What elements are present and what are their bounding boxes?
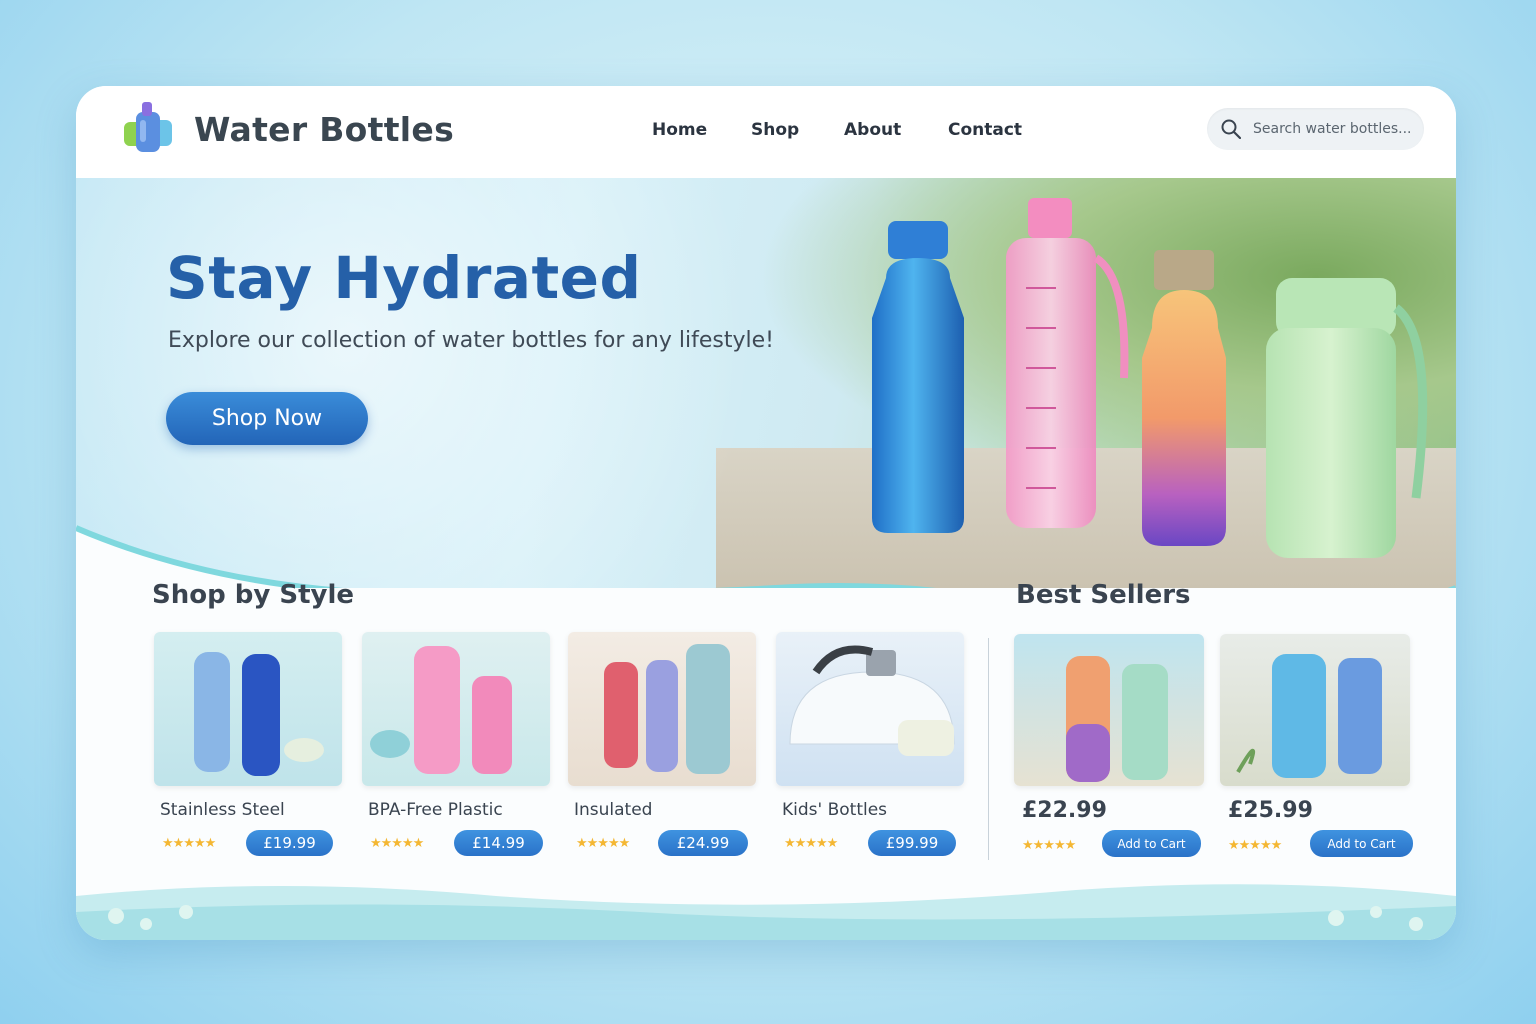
section-divider bbox=[988, 638, 989, 860]
product-name[interactable]: Insulated bbox=[574, 800, 652, 820]
rating-stars: ★★★★★ bbox=[576, 836, 630, 851]
rating-stars: ★★★★★ bbox=[1228, 838, 1282, 853]
product-image-bestseller-1[interactable] bbox=[1014, 634, 1204, 786]
product-name[interactable]: Stainless Steel bbox=[160, 800, 285, 820]
product-name[interactable]: BPA-Free Plastic bbox=[368, 800, 503, 820]
rating-stars: ★★★★★ bbox=[784, 836, 838, 851]
hero-wave bbox=[76, 525, 1456, 588]
product-image-kids-bottles[interactable] bbox=[776, 632, 964, 786]
product-price: £25.99 bbox=[1228, 798, 1313, 823]
hero-title: Stay Hydrated bbox=[166, 244, 642, 312]
search-input[interactable] bbox=[1253, 108, 1418, 150]
hero-subtitle: Explore our collection of water bottles … bbox=[168, 328, 774, 353]
product-card[interactable]: BPA-Free Plastic ★★★★★ £14.99 bbox=[362, 632, 550, 856]
product-image-bpa-free-plastic[interactable] bbox=[362, 632, 550, 786]
product-image-bestseller-2[interactable] bbox=[1220, 634, 1410, 786]
rating-stars: ★★★★★ bbox=[162, 836, 216, 851]
product-image-stainless-steel[interactable] bbox=[154, 632, 342, 786]
price-badge[interactable]: £99.99 bbox=[868, 830, 956, 856]
search-icon bbox=[1221, 119, 1241, 139]
product-image-insulated[interactable] bbox=[568, 632, 756, 786]
site-header: Water Bottles Home Shop About Contact bbox=[76, 86, 1456, 178]
price-badge[interactable]: £24.99 bbox=[658, 830, 748, 856]
product-card[interactable]: Stainless Steel ★★★★★ £19.99 bbox=[154, 632, 342, 856]
footer-water-decoration bbox=[76, 884, 1456, 940]
product-card[interactable]: Insulated ★★★★★ £24.99 bbox=[568, 632, 756, 856]
best-sellers-title: Best Sellers bbox=[1016, 580, 1191, 610]
add-to-cart-button[interactable]: Add to Cart bbox=[1102, 830, 1201, 857]
price-badge[interactable]: £19.99 bbox=[246, 830, 333, 856]
hero-banner: Stay Hydrated Explore our collection of … bbox=[76, 178, 1456, 588]
product-name[interactable]: Kids' Bottles bbox=[782, 800, 887, 820]
price-badge[interactable]: £14.99 bbox=[454, 830, 543, 856]
nav-home[interactable]: Home bbox=[652, 120, 707, 140]
nav-about[interactable]: About bbox=[844, 120, 901, 140]
shop-by-style-title: Shop by Style bbox=[152, 580, 355, 610]
bestseller-card[interactable]: £25.99 ★★★★★ Add to Cart bbox=[1220, 634, 1413, 857]
rating-stars: ★★★★★ bbox=[1022, 838, 1076, 853]
product-card[interactable]: Kids' Bottles ★★★★★ £99.99 bbox=[776, 632, 964, 856]
add-to-cart-button[interactable]: Add to Cart bbox=[1310, 830, 1413, 857]
shop-now-button[interactable]: Shop Now bbox=[166, 392, 368, 445]
bottle-logo-icon[interactable] bbox=[120, 98, 178, 156]
rating-stars: ★★★★★ bbox=[370, 836, 424, 851]
browser-window: Water Bottles Home Shop About Contact Se… bbox=[76, 86, 1456, 940]
nav-contact[interactable]: Contact bbox=[948, 120, 1022, 140]
bestseller-card[interactable]: £22.99 ★★★★★ Add to Cart bbox=[1014, 634, 1204, 857]
search-bar[interactable] bbox=[1207, 108, 1424, 150]
brand-name[interactable]: Water Bottles bbox=[194, 110, 454, 149]
product-price: £22.99 bbox=[1022, 798, 1107, 823]
nav-shop[interactable]: Shop bbox=[751, 120, 799, 140]
